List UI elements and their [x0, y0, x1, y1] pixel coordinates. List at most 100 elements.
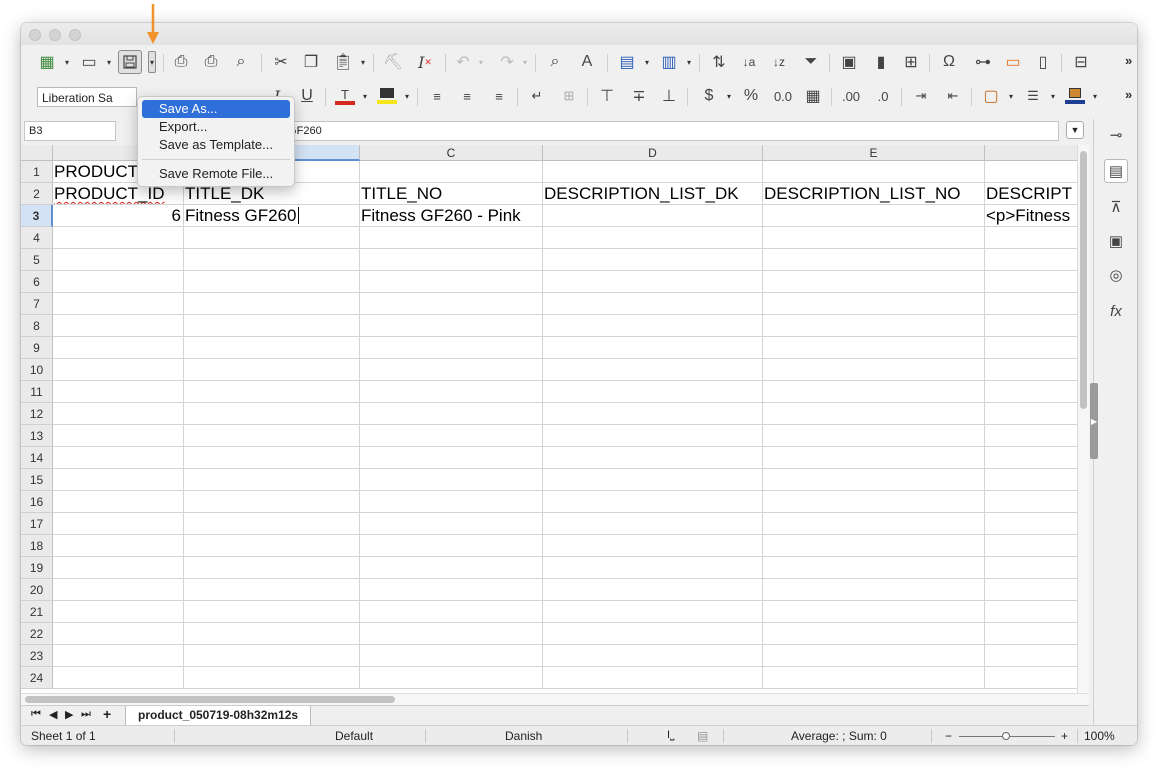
cell-a8[interactable]	[53, 315, 184, 337]
select-all-corner[interactable]	[21, 145, 53, 161]
cell-b3[interactable]: Fitness GF260	[184, 205, 360, 227]
page-style[interactable]: Default	[335, 729, 373, 743]
cell-b11[interactable]	[184, 381, 360, 403]
cell-c2[interactable]: TITLE_NO	[360, 183, 543, 205]
cell-e20[interactable]	[763, 579, 985, 601]
cell-d12[interactable]	[543, 403, 763, 425]
align-left-icon[interactable]: ≡	[425, 84, 449, 108]
row-header-19[interactable]: 19	[21, 557, 53, 579]
column-header-c[interactable]: C	[360, 145, 543, 161]
border-style-icon[interactable]: ☰	[1021, 84, 1045, 108]
cell-d8[interactable]	[543, 315, 763, 337]
chevron-down-icon[interactable]: ▾	[1007, 89, 1015, 103]
cell-f2[interactable]: DESCRIPT	[985, 183, 1089, 205]
properties-icon[interactable]: ▤	[1104, 159, 1128, 183]
chevron-down-icon[interactable]: ▾	[403, 89, 411, 103]
cell-f18[interactable]	[985, 535, 1089, 557]
cell-f6[interactable]	[985, 271, 1089, 293]
cell-d17[interactable]	[543, 513, 763, 535]
minimize-window-button[interactable]	[49, 29, 61, 41]
number-format-icon[interactable]: 0.0	[771, 84, 795, 108]
add-decimal-icon[interactable]: .00	[839, 84, 863, 108]
cell-e18[interactable]	[763, 535, 985, 557]
chevron-down-icon[interactable]: ▾	[685, 55, 693, 69]
row-header-18[interactable]: 18	[21, 535, 53, 557]
border-color-icon[interactable]	[1063, 84, 1087, 108]
cell-f20[interactable]	[985, 579, 1089, 601]
horizontal-scrollbar[interactable]	[21, 693, 1089, 705]
row-header-1[interactable]: 1	[21, 161, 53, 183]
save-dropdown-button[interactable]: ▾	[148, 51, 156, 73]
cell-e10[interactable]	[763, 359, 985, 381]
sort-ascending-icon[interactable]: ↓a	[737, 50, 761, 74]
chevron-down-icon[interactable]: ▾	[105, 55, 113, 69]
cell-f5[interactable]	[985, 249, 1089, 271]
cell-c13[interactable]	[360, 425, 543, 447]
print-icon[interactable]: ⎙	[199, 50, 223, 74]
cell-e9[interactable]	[763, 337, 985, 359]
chevron-down-icon[interactable]: ▾	[477, 55, 485, 69]
paste-icon[interactable]: 📋︎	[331, 50, 355, 74]
cell-f21[interactable]	[985, 601, 1089, 623]
row-header-21[interactable]: 21	[21, 601, 53, 623]
cell-f10[interactable]	[985, 359, 1089, 381]
cut-icon[interactable]: ✂	[269, 50, 293, 74]
cell-e5[interactable]	[763, 249, 985, 271]
cell-a12[interactable]	[53, 403, 184, 425]
cell-f11[interactable]	[985, 381, 1089, 403]
navigator-icon[interactable]: ◎	[1104, 263, 1128, 287]
cell-c3[interactable]: Fitness GF260 - Pink	[360, 205, 543, 227]
highlight-icon[interactable]	[375, 84, 399, 108]
sheet-tab[interactable]: product_050719-08h32m12s	[125, 706, 312, 726]
cell-c12[interactable]	[360, 403, 543, 425]
align-bottom-icon[interactable]: ⊥	[657, 84, 681, 108]
row-header-4[interactable]: 4	[21, 227, 53, 249]
cell-f15[interactable]	[985, 469, 1089, 491]
cell-b5[interactable]	[184, 249, 360, 271]
spelling-icon[interactable]: A	[575, 50, 599, 74]
chart-icon[interactable]: ▮	[869, 50, 893, 74]
cell-f8[interactable]	[985, 315, 1089, 337]
cell-d11[interactable]	[543, 381, 763, 403]
percent-icon[interactable]: %	[739, 84, 763, 108]
cell-a20[interactable]	[53, 579, 184, 601]
cell-e17[interactable]	[763, 513, 985, 535]
cell-e2[interactable]: DESCRIPTION_LIST_NO	[763, 183, 985, 205]
chevron-down-icon[interactable]: ▾	[1049, 89, 1057, 103]
cell-b15[interactable]	[184, 469, 360, 491]
clone-formatting-icon[interactable]: ⛏	[381, 50, 405, 74]
cell-d5[interactable]	[543, 249, 763, 271]
cell-b24[interactable]	[184, 667, 360, 689]
row-header-23[interactable]: 23	[21, 645, 53, 667]
row-header-11[interactable]: 11	[21, 381, 53, 403]
cell-d15[interactable]	[543, 469, 763, 491]
cell-c20[interactable]	[360, 579, 543, 601]
cell-c18[interactable]	[360, 535, 543, 557]
wrap-text-icon[interactable]: ↵	[525, 84, 549, 108]
cell-c24[interactable]	[360, 667, 543, 689]
row-header-22[interactable]: 22	[21, 623, 53, 645]
cell-d2[interactable]: DESCRIPTION_LIST_DK	[543, 183, 763, 205]
cell-d6[interactable]	[543, 271, 763, 293]
define-print-area-icon[interactable]: ⊟	[1069, 50, 1093, 74]
cell-e15[interactable]	[763, 469, 985, 491]
row-header-2[interactable]: 2	[21, 183, 53, 205]
cell-b12[interactable]	[184, 403, 360, 425]
cell-b17[interactable]	[184, 513, 360, 535]
cell-b7[interactable]	[184, 293, 360, 315]
cell-e14[interactable]	[763, 447, 985, 469]
headers-footers-icon[interactable]: ▯	[1031, 50, 1055, 74]
cell-c4[interactable]	[360, 227, 543, 249]
align-right-icon[interactable]: ≡	[487, 84, 511, 108]
cell-a18[interactable]	[53, 535, 184, 557]
cell-b21[interactable]	[184, 601, 360, 623]
row-header-5[interactable]: 5	[21, 249, 53, 271]
cell-f16[interactable]	[985, 491, 1089, 513]
cell-e6[interactable]	[763, 271, 985, 293]
cell-c23[interactable]	[360, 645, 543, 667]
row-header-7[interactable]: 7	[21, 293, 53, 315]
date-format-icon[interactable]: ▦	[801, 84, 825, 108]
cell-e19[interactable]	[763, 557, 985, 579]
row-header-20[interactable]: 20	[21, 579, 53, 601]
cell-c9[interactable]	[360, 337, 543, 359]
